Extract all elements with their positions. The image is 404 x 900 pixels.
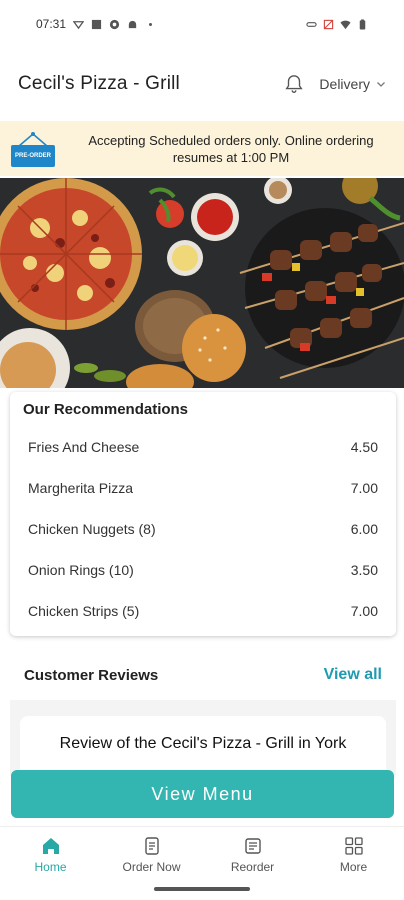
nav-home[interactable]: Home — [0, 827, 101, 882]
delivery-mode-label: Delivery — [319, 76, 370, 92]
banner-message: Accepting Scheduled orders only. Online … — [88, 132, 374, 165]
item-price: 6.00 — [350, 520, 378, 537]
recommendation-item[interactable]: Onion Rings (10) 3.50 — [26, 549, 380, 590]
pre-order-badge: PRE-ORDER — [11, 144, 55, 167]
link-icon — [306, 21, 317, 27]
view-menu-button[interactable]: View Menu — [11, 770, 394, 818]
nav-reorder[interactable]: Reorder — [202, 827, 303, 882]
recommendations-title: Our Recommendations — [23, 401, 189, 418]
square-app-icon — [91, 19, 102, 29]
recommendation-item[interactable]: Chicken Strips (5) 7.00 — [26, 590, 380, 631]
recommendation-item[interactable]: Chicken Nuggets (8) 6.00 — [26, 508, 380, 549]
bell-icon[interactable] — [283, 73, 305, 95]
pre-order-sign-icon: PRE-ORDER — [10, 131, 56, 167]
view-all-link[interactable]: View all — [324, 666, 382, 684]
item-name: Fries And Cheese — [28, 438, 140, 455]
android-icon — [128, 20, 137, 28]
item-price: 3.50 — [350, 561, 378, 578]
nav-order-now-label: Order Now — [122, 859, 181, 874]
reviews-header: Customer Reviews View all — [10, 650, 396, 700]
delivery-mode-selector[interactable]: Delivery — [319, 76, 386, 92]
item-name: Chicken Strips (5) — [28, 602, 140, 619]
item-price: 7.00 — [350, 602, 378, 619]
dot-icon — [149, 22, 152, 26]
no-sim-icon — [323, 19, 334, 29]
item-name: Chicken Nuggets (8) — [28, 520, 156, 537]
recommendations-card: Our Recommendations Fries And Cheese 4.5… — [10, 392, 396, 636]
review-card-title: Review of the Cecil's Pizza - Grill in Y… — [59, 735, 347, 752]
recommendation-item[interactable]: Fries And Cheese 4.50 — [26, 426, 380, 467]
recommendation-item[interactable]: Margherita Pizza 7.00 — [26, 467, 380, 508]
item-name: Margherita Pizza — [28, 479, 134, 496]
reorder-icon — [244, 837, 261, 854]
bottom-navigation: Home Order Now Reorder More — [0, 826, 404, 882]
app-header: Cecil's Pizza - Grill Delivery — [0, 48, 404, 120]
restaurant-title: Cecil's Pizza - Grill — [18, 73, 180, 94]
nav-more[interactable]: More — [303, 827, 404, 882]
status-bar: 07:31 — [0, 0, 404, 48]
recommendations-list: Fries And Cheese 4.50 Margherita Pizza 7… — [26, 426, 380, 631]
nav-order-now[interactable]: Order Now — [101, 827, 202, 882]
reviews-title: Customer Reviews — [24, 666, 159, 684]
item-price: 4.50 — [350, 438, 378, 455]
sync-icon — [109, 19, 120, 29]
status-time: 07:31 — [36, 17, 67, 31]
hero-food-image — [0, 178, 404, 388]
gesture-bar[interactable] — [154, 887, 250, 891]
battery-icon — [359, 18, 366, 30]
nav-reorder-label: Reorder — [230, 859, 275, 874]
customer-reviews-section: Customer Reviews View all Review of the … — [10, 650, 396, 780]
item-name: Onion Rings (10) — [28, 561, 134, 578]
item-price: 7.00 — [350, 479, 378, 496]
home-icon — [42, 837, 59, 854]
grid-icon — [344, 836, 363, 855]
nav-more-label: More — [339, 859, 368, 874]
notification-icon — [73, 20, 85, 29]
schedule-banner: PRE-ORDER Accepting Scheduled orders onl… — [0, 121, 404, 176]
nav-home-label: Home — [34, 859, 67, 874]
wifi-icon — [340, 20, 351, 29]
order-icon — [144, 836, 159, 855]
chevron-down-icon — [377, 82, 385, 87]
